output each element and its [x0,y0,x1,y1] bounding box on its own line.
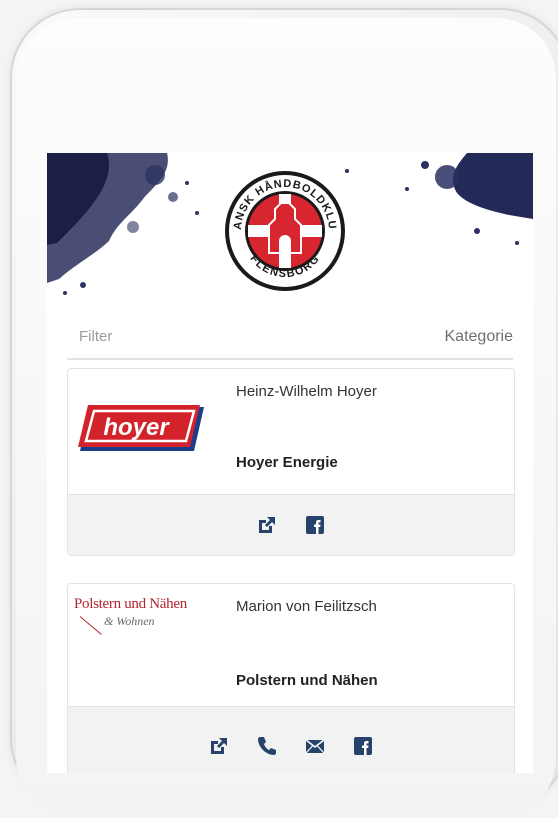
phone-icon[interactable] [256,735,278,757]
hoyer-logo: hoyer [78,405,204,451]
polstern-logo-swoosh [79,616,102,635]
category-select[interactable]: Kategorie [445,328,514,346]
facebook-icon[interactable] [352,735,374,757]
sponsor-card: Polstern und Nähen & Wohnen Marion von F… [67,583,515,773]
filter-input[interactable]: Filter [79,328,112,345]
sponsor-contact-name: Heinz-Wilhelm Hoyer [236,383,377,400]
email-icon[interactable] [304,735,326,757]
facebook-icon[interactable] [304,514,326,536]
sponsor-company-name: Polstern und Nähen [236,672,378,689]
sponsor-actions [68,494,514,555]
polstern-logo: Polstern und Nähen & Wohnen [74,596,224,656]
club-logo: DANSK HÅNDBOLDKLUB FLENSBORG [223,169,345,291]
external-link-icon[interactable] [256,514,278,536]
sponsor-contact-name: Marion von Feilitzsch [236,598,377,615]
sponsor-actions [68,706,514,773]
external-link-icon[interactable] [208,735,230,757]
hoyer-logo-text: hoyer [103,414,170,441]
header-banner: DANSK HÅNDBOLDKLUB FLENSBORG [47,153,533,303]
polstern-logo-subtext: & Wohnen [104,614,155,628]
polstern-logo-text: Polstern und Nähen [74,596,187,612]
sponsor-card: hoyer Heinz-Wilhelm Hoyer Hoyer Energie [67,368,515,556]
sponsor-card-body: Polstern und Nähen & Wohnen Marion von F… [68,584,514,706]
app-screen: DANSK HÅNDBOLDKLUB FLENSBORG Filter Kate… [47,153,533,773]
filter-bar: Filter Kategorie [67,318,513,360]
sponsor-card-body: hoyer Heinz-Wilhelm Hoyer Hoyer Energie [68,369,514,494]
sponsor-company-name: Hoyer Energie [236,454,338,471]
